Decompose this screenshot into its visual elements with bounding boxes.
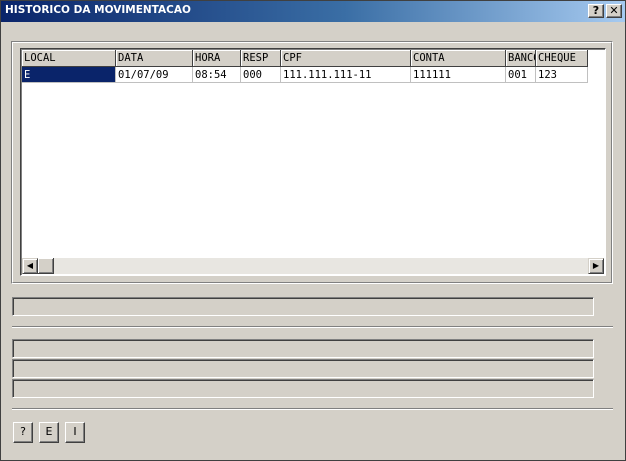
i-button[interactable]: I <box>65 422 85 443</box>
cell-hora[interactable]: 08:54 <box>193 67 241 83</box>
column-header-banco[interactable]: BANCO <box>506 50 536 67</box>
help-button[interactable]: ? <box>13 422 33 443</box>
cell-local[interactable]: E <box>22 67 116 83</box>
column-header-resp[interactable]: RESP <box>241 50 281 67</box>
info-field-1 <box>12 339 594 358</box>
cell-data[interactable]: 01/07/09 <box>116 67 193 83</box>
divider-bottom <box>12 408 613 410</box>
horizontal-scrollbar[interactable]: ◀ ▶ <box>22 258 604 274</box>
scrollbar-thumb[interactable] <box>38 258 54 274</box>
info-field-3 <box>12 379 594 398</box>
movement-grid[interactable]: LOCAL DATA HORA RESP CPF CONTA BANCO CHE… <box>20 48 606 276</box>
window-title: HISTORICO DA MOVIMENTACAO <box>5 4 191 16</box>
e-button[interactable]: E <box>39 422 59 443</box>
grid-area[interactable]: LOCAL DATA HORA RESP CPF CONTA BANCO CHE… <box>22 50 604 258</box>
column-header-cheque[interactable]: CHEQUE <box>536 50 588 67</box>
scroll-right-arrow-icon[interactable]: ▶ <box>588 258 604 274</box>
column-header-cpf[interactable]: CPF <box>281 50 411 67</box>
cell-conta[interactable]: 111111 <box>411 67 506 83</box>
column-header-conta[interactable]: CONTA <box>411 50 506 67</box>
cell-cheque[interactable]: 123 <box>536 67 588 83</box>
title-bar[interactable]: HISTORICO DA MOVIMENTACAO ? ✕ <box>1 1 625 22</box>
scroll-left-arrow-icon[interactable]: ◀ <box>22 258 38 274</box>
title-close-button[interactable]: ✕ <box>606 4 622 18</box>
info-field-2 <box>12 359 594 378</box>
cell-banco[interactable]: 001 <box>506 67 536 83</box>
column-header-local[interactable]: LOCAL <box>22 50 116 67</box>
divider-top <box>12 326 613 328</box>
cell-cpf[interactable]: 111.111.111-11 <box>281 67 411 83</box>
column-header-data[interactable]: DATA <box>116 50 193 67</box>
status-field <box>12 297 594 316</box>
title-help-button[interactable]: ? <box>588 4 604 18</box>
cell-resp[interactable]: 000 <box>241 67 281 83</box>
column-header-hora[interactable]: HORA <box>193 50 241 67</box>
dialog-window: HISTORICO DA MOVIMENTACAO ? ✕ LOCAL DATA… <box>0 0 626 461</box>
